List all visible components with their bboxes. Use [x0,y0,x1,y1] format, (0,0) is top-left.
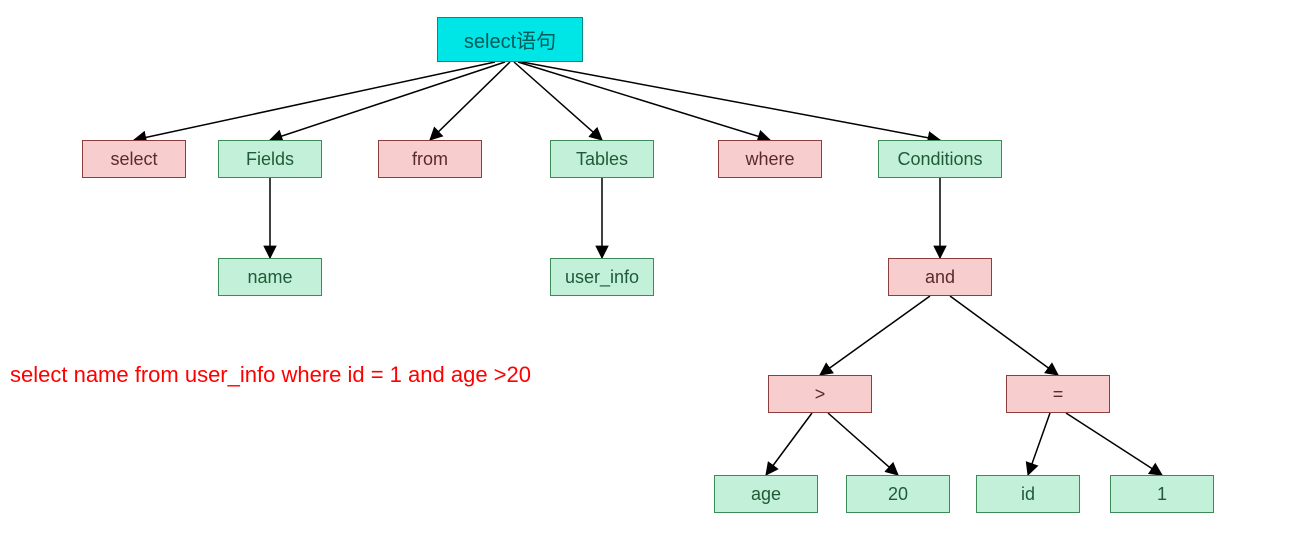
node-eq: = [1006,375,1110,413]
node-where-label: where [745,149,794,170]
node-gt-label: > [815,384,826,405]
node-id-label: id [1021,484,1035,505]
sql-caption: select name from user_info where id = 1 … [10,362,531,388]
node-user-info-label: user_info [565,267,639,288]
node-select-label: select [110,149,157,170]
node-age-label: age [751,484,781,505]
node-eq-label: = [1053,384,1064,405]
node-and-label: and [925,267,955,288]
node-and: and [888,258,992,296]
node-fields: Fields [218,140,322,178]
node-fields-label: Fields [246,149,294,170]
node-tables: Tables [550,140,654,178]
node-name: name [218,258,322,296]
node-root-label: select语句 [464,25,556,54]
node-select: select [82,140,186,178]
node-where: where [718,140,822,178]
node-20: 20 [846,475,950,513]
node-1-label: 1 [1157,484,1167,505]
node-name-label: name [247,267,292,288]
node-user-info: user_info [550,258,654,296]
node-gt: > [768,375,872,413]
node-id: id [976,475,1080,513]
node-tables-label: Tables [576,149,628,170]
node-conditions: Conditions [878,140,1002,178]
node-from-label: from [412,149,448,170]
node-1: 1 [1110,475,1214,513]
node-age: age [714,475,818,513]
node-from: from [378,140,482,178]
node-conditions-label: Conditions [897,149,982,170]
node-20-label: 20 [888,484,908,505]
node-root: select语句 [437,17,583,62]
